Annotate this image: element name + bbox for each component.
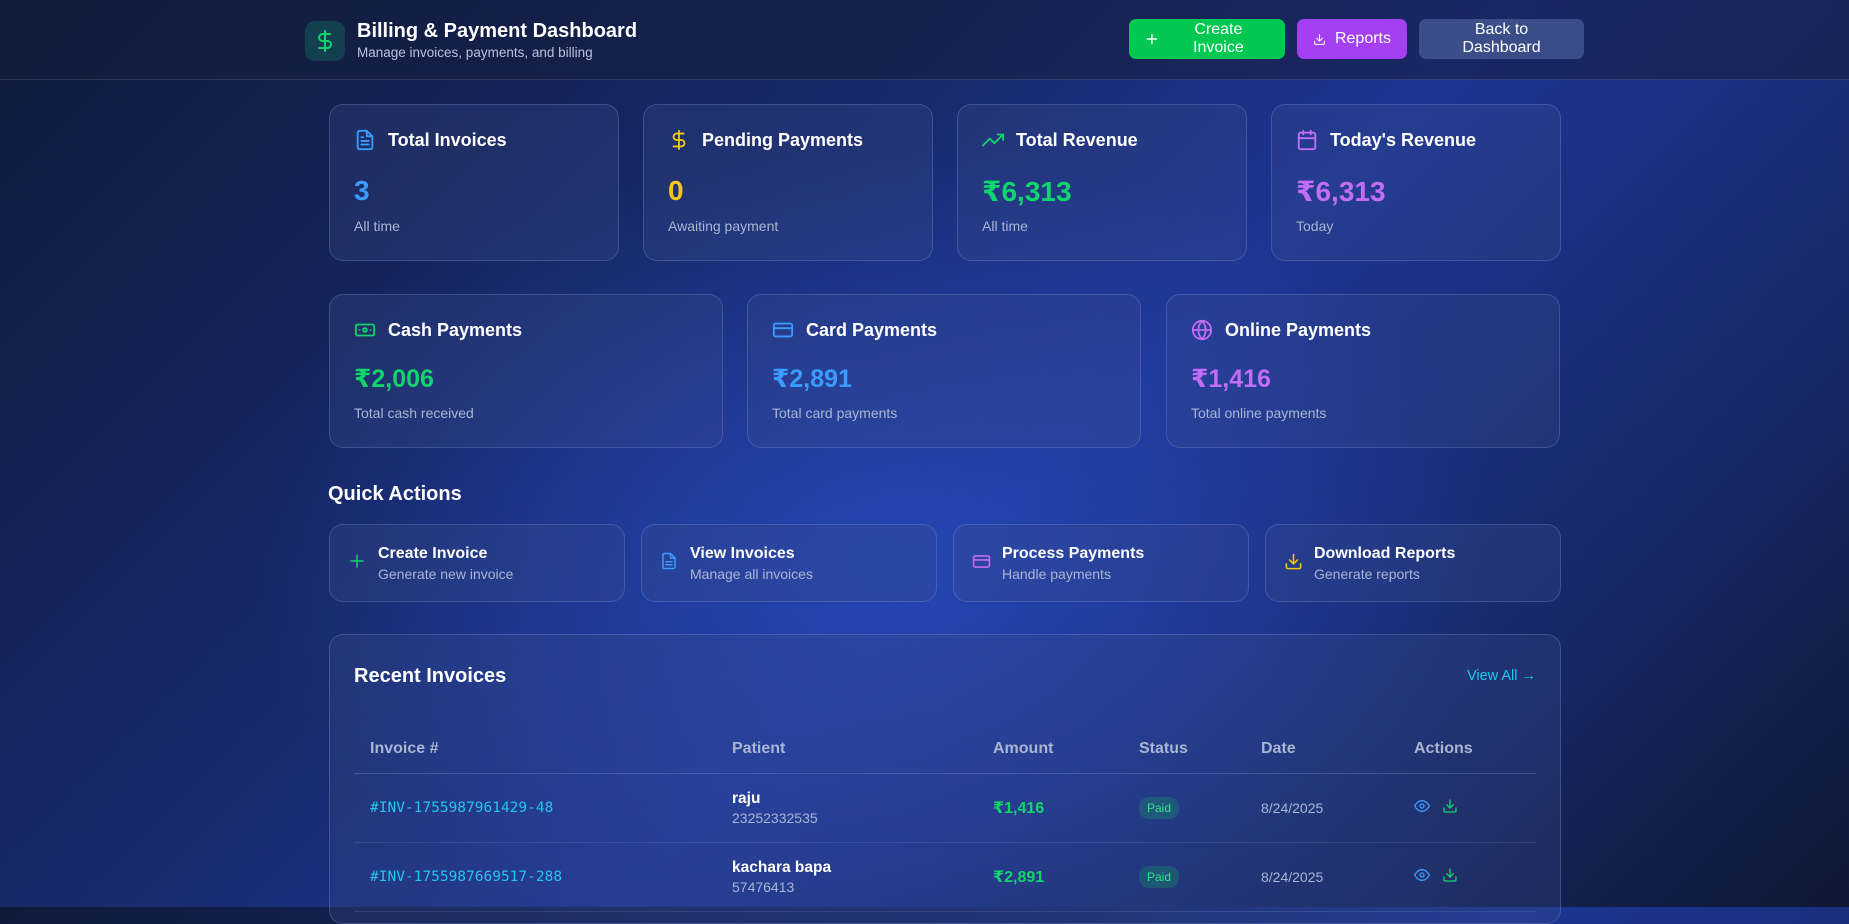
- quick-action-title: Create Invoice: [378, 545, 488, 562]
- stat-title: Pending Payments: [702, 129, 864, 150]
- payment-title: Cash Payments: [388, 319, 523, 340]
- reports-button[interactable]: Reports: [1297, 19, 1407, 59]
- column-header-date: Date: [1245, 725, 1398, 774]
- quick-action-process-payments[interactable]: Process Payments Handle payments: [953, 524, 1249, 602]
- stat-value: ₹6,313: [1296, 176, 1386, 207]
- document-icon: [356, 129, 374, 151]
- invoice-amount: ₹1,416: [993, 799, 1045, 817]
- table-row: #INV-1755987669517-288 kachara bapa 5747…: [354, 842, 1536, 912]
- stat-card-pending-payments: Pending Payments 0 Awaiting payment: [643, 104, 933, 261]
- stat-title: Today's Revenue: [1330, 129, 1476, 150]
- payment-value: ₹1,416: [1191, 365, 1271, 393]
- page-title: Billing & Payment Dashboard: [357, 20, 638, 42]
- reports-label: Reports: [1334, 30, 1391, 47]
- cash-icon: [354, 323, 376, 337]
- quick-actions-title: Quick Actions: [328, 483, 462, 505]
- stat-title: Total Invoices: [388, 129, 507, 150]
- create-invoice-label: Create Invoice: [1193, 21, 1244, 56]
- payment-subtext: Total online payments: [1191, 405, 1327, 421]
- quick-action-view-invoices[interactable]: View Invoices Manage all invoices: [641, 524, 937, 602]
- quick-action-subtitle: Generate new invoice: [378, 566, 514, 582]
- download-icon: [1285, 553, 1302, 570]
- plus-icon: [350, 554, 364, 568]
- document-icon: [662, 552, 676, 570]
- invoice-id[interactable]: #INV-1755987961429-48: [370, 800, 553, 816]
- back-to-dashboard-button[interactable]: Back to Dashboard: [1419, 19, 1584, 59]
- stat-card-total-invoices: Total Invoices 3 All time: [329, 104, 619, 261]
- quick-action-create-invoice[interactable]: Create Invoice Generate new invoice: [329, 524, 625, 602]
- status-badge: Paid: [1139, 796, 1180, 819]
- dollar-icon: [305, 20, 345, 61]
- status-badge: Paid: [1139, 865, 1180, 888]
- stat-subtext: All time: [354, 218, 400, 234]
- payment-subtext: Total cash received: [354, 405, 474, 421]
- stat-card-todays-revenue: Today's Revenue ₹6,313 Today: [1271, 104, 1561, 261]
- patient-phone: 23252332535: [732, 809, 818, 826]
- quick-action-title: View Invoices: [690, 545, 795, 562]
- plus-icon: [1146, 33, 1158, 45]
- payment-card-online: Online Payments ₹1,416 Total online paym…: [1166, 294, 1560, 448]
- payment-value: ₹2,006: [354, 365, 434, 393]
- stat-value: 3: [354, 175, 370, 206]
- invoice-date: 8/24/2025: [1261, 799, 1324, 816]
- quick-action-subtitle: Manage all invoices: [690, 566, 813, 582]
- patient-name: kachara bapa: [732, 858, 832, 876]
- stat-card-total-revenue: Total Revenue ₹6,313 All time: [957, 104, 1247, 261]
- globe-icon: [1191, 319, 1213, 341]
- payment-card-card: Card Payments ₹2,891 Total card payments: [747, 294, 1141, 448]
- payment-subtext: Total card payments: [772, 405, 898, 421]
- table-row: #INV-1755987961429-48 raju 23252332535 ₹…: [354, 773, 1536, 843]
- brand: Billing & Payment Dashboard Manage invoi…: [305, 19, 637, 62]
- dollar-icon: [672, 129, 686, 151]
- quick-action-title: Process Payments: [1002, 545, 1145, 562]
- patient-phone: 57476413: [732, 878, 795, 895]
- payment-value: ₹2,891: [772, 365, 852, 393]
- quick-action-subtitle: Handle payments: [1002, 566, 1111, 582]
- stat-subtext: Awaiting payment: [668, 218, 779, 234]
- quick-action-subtitle: Generate reports: [1314, 566, 1420, 582]
- stat-title: Total Revenue: [1016, 129, 1138, 150]
- invoice-date: 8/24/2025: [1261, 868, 1324, 885]
- recent-invoices-panel: Recent Invoices View All → Invoice # Pat…: [329, 634, 1561, 924]
- view-all-link[interactable]: View All →: [1467, 668, 1536, 684]
- recent-invoices-title: Recent Invoices: [354, 665, 507, 687]
- eye-icon[interactable]: [1414, 798, 1430, 817]
- stat-subtext: All time: [982, 218, 1028, 234]
- column-header-amount: Amount: [977, 725, 1123, 774]
- patient-name: raju: [732, 789, 761, 807]
- create-invoice-button[interactable]: Create Invoice: [1129, 19, 1285, 59]
- invoices-table: Invoice # Patient Amount Status Date Act…: [354, 725, 1536, 912]
- stat-value: 0: [668, 175, 684, 206]
- column-header-patient: Patient: [716, 725, 977, 774]
- stat-subtext: Today: [1296, 218, 1334, 234]
- trending-up-icon: [982, 133, 1004, 147]
- credit-card-icon: [772, 322, 794, 338]
- eye-icon[interactable]: [1414, 867, 1430, 886]
- download-icon[interactable]: [1442, 798, 1458, 817]
- table-header-row: Invoice # Patient Amount Status Date Act…: [354, 725, 1536, 774]
- credit-card-icon: [972, 555, 991, 568]
- column-header-invoice: Invoice #: [354, 725, 716, 774]
- column-header-actions: Actions: [1398, 725, 1536, 774]
- invoice-id[interactable]: #INV-1755987669517-288: [370, 869, 562, 885]
- calendar-icon: [1297, 129, 1317, 151]
- quick-action-title: Download Reports: [1314, 545, 1456, 562]
- download-icon: [1314, 33, 1325, 45]
- invoice-amount: ₹2,891: [993, 868, 1045, 886]
- download-icon[interactable]: [1442, 867, 1458, 886]
- page-subtitle: Manage invoices, payments, and billing: [357, 45, 593, 60]
- payment-title: Card Payments: [806, 319, 938, 340]
- quick-action-download-reports[interactable]: Download Reports Generate reports: [1265, 524, 1561, 602]
- payment-title: Online Payments: [1225, 319, 1372, 340]
- payment-card-cash: Cash Payments ₹2,006 Total cash received: [329, 294, 723, 448]
- stat-value: ₹6,313: [982, 176, 1072, 207]
- top-header: Billing & Payment Dashboard Manage invoi…: [0, 0, 1849, 80]
- column-header-status: Status: [1123, 725, 1245, 774]
